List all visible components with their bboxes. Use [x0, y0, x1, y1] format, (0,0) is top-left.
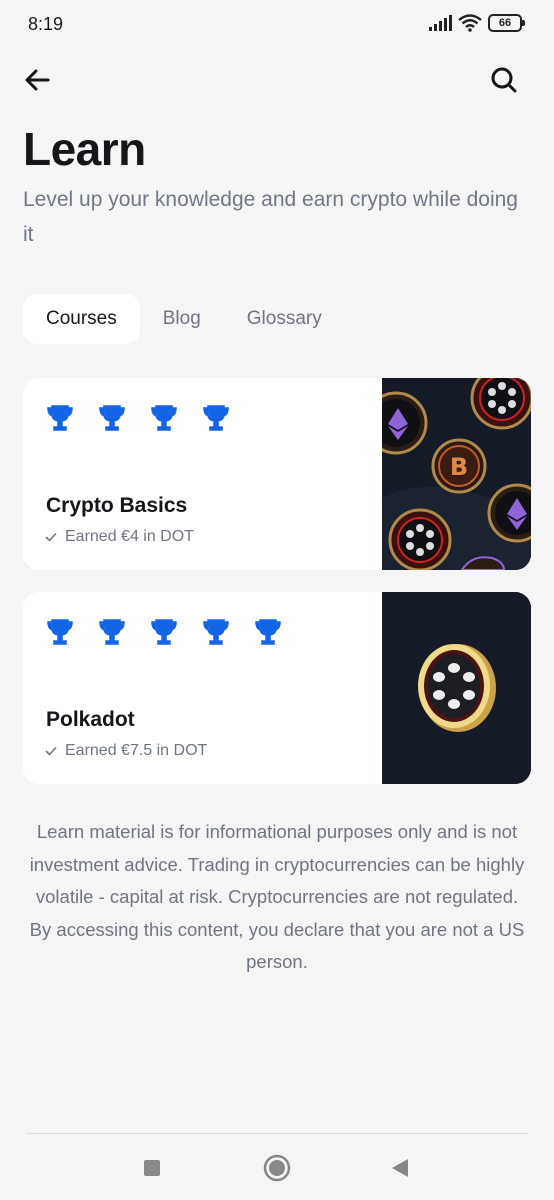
tab-glossary[interactable]: Glossary: [224, 294, 345, 344]
system-nav-bar: [0, 1134, 554, 1200]
trophy-icon: [203, 619, 229, 645]
course-image-polkadot: [382, 592, 531, 784]
status-time: 8:19: [28, 14, 64, 34]
tab-bar: Courses Blog Glossary: [23, 294, 345, 344]
course-earned-row: Earned €7.5 in DOT: [45, 742, 207, 760]
trophy-icon: [203, 405, 229, 431]
tab-courses[interactable]: Courses: [23, 294, 140, 344]
battery-indicator: 66: [488, 14, 525, 32]
course-earned: Earned €7.5 in DOT: [65, 742, 208, 759]
recents-button[interactable]: [138, 1154, 166, 1182]
polkadot-coin: [470, 378, 531, 430]
trophy-icon: [47, 619, 73, 645]
page-subtitle: Level up your knowledge and earn crypto …: [23, 188, 518, 246]
trophy-row: [47, 404, 229, 432]
polkadot-coin-2: [388, 508, 452, 570]
circle-icon: [263, 1154, 291, 1182]
trophy-icon: [255, 619, 281, 645]
arrow-left-icon: [25, 69, 50, 91]
page-title: Learn: [23, 123, 146, 175]
course-title: Crypto Basics: [46, 494, 188, 517]
search-icon: [491, 67, 517, 93]
square-icon: [144, 1160, 160, 1176]
ethereum-coin: [364, 391, 428, 455]
home-button[interactable]: [263, 1154, 291, 1182]
trophy-row: [47, 618, 281, 646]
trophy-icon: [47, 405, 73, 431]
tab-blog[interactable]: Blog: [140, 294, 224, 344]
search-button[interactable]: [486, 62, 522, 98]
system-back-button[interactable]: [386, 1154, 414, 1182]
wifi-icon: [458, 14, 482, 32]
course-earned: Earned €4 in DOT: [65, 528, 194, 545]
check-icon: [45, 532, 57, 542]
course-card-polkadot[interactable]: Polkadot Earned €7.5 in DOT: [23, 592, 531, 784]
bitcoin-coin: B: [431, 438, 487, 494]
signal-icon: [429, 15, 452, 31]
top-nav: [0, 58, 554, 102]
course-card-crypto-basics[interactable]: Crypto Basics Earned €4 in DOT B: [23, 378, 531, 570]
disclaimer-text: Learn material is for informational purp…: [29, 821, 525, 972]
back-button[interactable]: [20, 62, 56, 98]
course-earned-row: Earned €4 in DOT: [45, 528, 194, 546]
status-icons: 66: [428, 14, 525, 32]
course-title: Polkadot: [46, 708, 135, 731]
course-image-coins: B: [364, 378, 531, 570]
svg-text:B: B: [450, 453, 468, 481]
trophy-icon: [151, 405, 177, 431]
trophy-icon: [99, 619, 125, 645]
check-icon: [45, 746, 57, 756]
triangle-back-icon: [392, 1159, 408, 1177]
ethereum-coin-2: [487, 483, 531, 543]
status-bar: 8:19 66: [0, 0, 554, 48]
trophy-icon: [151, 619, 177, 645]
trophy-icon: [99, 405, 125, 431]
